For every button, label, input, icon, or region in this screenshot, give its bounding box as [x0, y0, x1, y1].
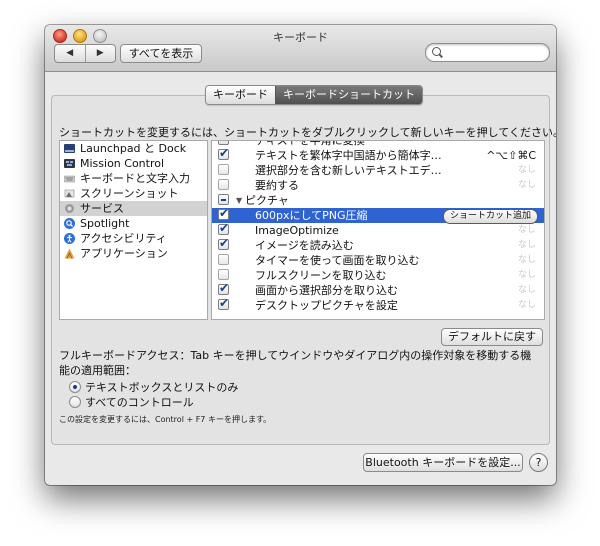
- restore-defaults-button[interactable]: デフォルトに戻す: [441, 328, 543, 346]
- service-row[interactable]: 画面から選択部分を取り込む なし: [212, 281, 544, 298]
- category-spotlight[interactable]: Spotlight: [60, 216, 207, 231]
- accessibility-icon: [64, 233, 75, 244]
- shortcut-label[interactable]: ^⌥⇧⌘C: [486, 148, 536, 163]
- service-checkbox[interactable]: [218, 179, 229, 190]
- service-row[interactable]: フルスクリーンを取り込む なし: [212, 268, 544, 283]
- instruction-text: ショートカットを変更するには、ショートカットをダブルクリックして新しいキーを押し…: [59, 126, 556, 139]
- category-accessibility[interactable]: アクセシビリティ: [60, 231, 207, 246]
- category-keyboard-input[interactable]: キーボードと文字入力: [60, 171, 207, 186]
- category-label: アプリケーション: [80, 247, 168, 260]
- shortcut-note: この設定を変更するには、Control + F7 キーを押します。: [59, 415, 272, 424]
- category-label: Mission Control: [80, 157, 165, 170]
- service-row[interactable]: 選択部分を含む新しいテキストエデ… なし: [212, 163, 544, 178]
- shortcut-label[interactable]: なし: [518, 223, 536, 238]
- show-all-button[interactable]: すべてを表示: [120, 44, 202, 63]
- category-label: スクリーンショット: [80, 187, 179, 200]
- radio-button[interactable]: [69, 396, 81, 408]
- shortcut-label[interactable]: なし: [518, 268, 536, 283]
- tab-keyboard-shortcuts[interactable]: キーボードショートカット: [275, 86, 422, 104]
- service-checkbox[interactable]: [218, 236, 229, 251]
- service-row-selected[interactable]: 600pxにしてPNG圧縮 ショートカット追加: [212, 206, 544, 224]
- category-label: キーボードと文字入力: [80, 172, 190, 185]
- service-checkbox[interactable]: [218, 146, 229, 161]
- shortcut-label[interactable]: なし: [518, 163, 536, 178]
- category-list: Launchpad と Dock Mission Control キーボードと文…: [59, 140, 208, 320]
- category-services[interactable]: サービス: [60, 201, 207, 216]
- service-checkbox[interactable]: [218, 141, 229, 146]
- radio-button[interactable]: [69, 381, 81, 393]
- category-label: Launchpad と Dock: [80, 142, 187, 155]
- tab-keyboard[interactable]: キーボード: [206, 86, 275, 104]
- screenshot-icon: [64, 188, 75, 199]
- service-checkbox[interactable]: [218, 281, 229, 296]
- forward-arrow-icon[interactable]: ▶: [86, 45, 116, 62]
- spotlight-icon: [64, 218, 75, 229]
- service-row[interactable]: イメージを読み込む なし: [212, 236, 544, 253]
- radio-label: すべてのコントロール: [85, 396, 194, 409]
- radio-label: テキストボックスとリストのみ: [85, 381, 239, 394]
- service-row[interactable]: テキストを繁体字中国語から簡体字… ^⌥⇧⌘C: [212, 146, 544, 163]
- category-launchpad-dock[interactable]: Launchpad と Dock: [60, 141, 207, 156]
- back-arrow-icon[interactable]: ◀: [55, 45, 86, 62]
- service-checkbox[interactable]: [218, 296, 229, 311]
- service-checkbox[interactable]: [218, 254, 229, 265]
- category-label: アクセシビリティ: [80, 232, 167, 245]
- shortcut-label[interactable]: なし: [518, 283, 536, 298]
- back-forward-control: ◀ ▶: [54, 44, 116, 63]
- title-toolbar: キーボード ◀ ▶ すべてを表示: [45, 25, 556, 72]
- category-mission-control[interactable]: Mission Control: [60, 156, 207, 171]
- service-group-pictures[interactable]: ▼ ピクチャ: [212, 193, 544, 208]
- services-list: テキストを半角に変換 テキストを繁体字中国語から簡体字… ^⌥⇧⌘C 選択部分を…: [211, 140, 545, 320]
- gear-icon: [64, 203, 75, 214]
- radio-all-controls[interactable]: すべてのコントロール: [69, 395, 385, 410]
- service-row[interactable]: テキストを半角に変換: [212, 141, 544, 148]
- service-row[interactable]: デスクトップピクチャを設定 なし: [212, 296, 544, 313]
- shortcut-label[interactable]: なし: [518, 178, 536, 193]
- radio-text-boxes-lists[interactable]: テキストボックスとリストのみ: [69, 380, 385, 395]
- category-applications[interactable]: アプリケーション: [60, 246, 207, 261]
- service-checkbox[interactable]: [218, 206, 229, 221]
- app-icon: [64, 248, 75, 259]
- bluetooth-keyboard-setup-button[interactable]: Bluetooth キーボードを設定...: [363, 453, 523, 472]
- category-screenshot[interactable]: スクリーンショット: [60, 186, 207, 201]
- add-shortcut-button[interactable]: ショートカット追加: [442, 209, 538, 224]
- category-label: Spotlight: [80, 217, 130, 230]
- disclosure-triangle-icon[interactable]: ▼: [236, 193, 242, 208]
- mission-control-icon: [64, 158, 75, 169]
- tab-bar: キーボード キーボードショートカット: [205, 85, 423, 105]
- service-checkbox[interactable]: [218, 269, 229, 280]
- service-row[interactable]: 要約する なし: [212, 178, 544, 193]
- service-checkbox[interactable]: [218, 164, 229, 175]
- launchpad-icon: [64, 143, 75, 154]
- search-icon: [432, 47, 441, 56]
- search-field[interactable]: [425, 43, 550, 62]
- service-row[interactable]: タイマーを使って画面を取り込む なし: [212, 253, 544, 268]
- help-button[interactable]: ?: [529, 453, 548, 472]
- shortcut-label[interactable]: なし: [518, 298, 536, 313]
- group-checkbox[interactable]: [218, 194, 229, 205]
- keyboard-icon: [63, 173, 76, 184]
- shortcut-label[interactable]: なし: [518, 238, 536, 253]
- category-label: サービス: [80, 202, 124, 215]
- service-row[interactable]: ImageOptimize なし: [212, 221, 544, 238]
- keyboard-preferences-window: キーボード ◀ ▶ すべてを表示 キーボード キーボードショートカット ショート…: [45, 25, 556, 485]
- full-keyboard-access-text: フルキーボードアクセス：Tab キーを押してウインドウやダイアログ内の操作対象を…: [59, 349, 532, 377]
- shortcut-label[interactable]: なし: [518, 253, 536, 268]
- service-checkbox[interactable]: [218, 221, 229, 236]
